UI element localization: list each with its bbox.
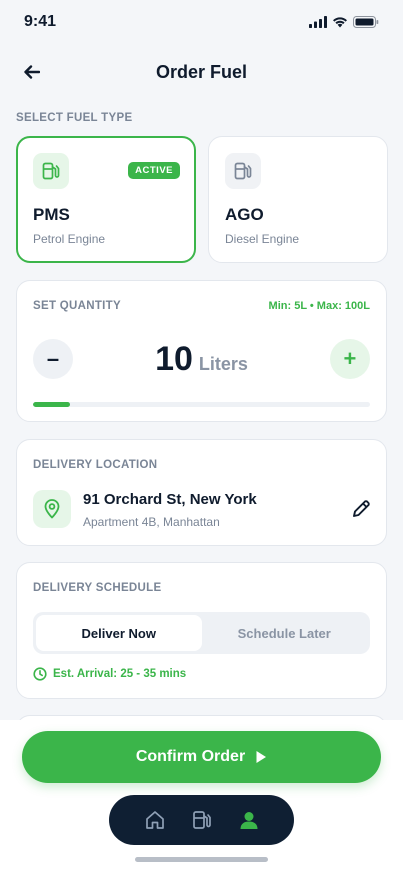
nav-profile[interactable] [236,807,262,833]
quantity-card: SET QUANTITY Min: 5L • Max: 100L – 10 Li… [16,280,387,422]
nav-home[interactable] [142,807,168,833]
active-badge: ACTIVE [128,162,180,179]
home-icon [145,811,164,829]
nav-fuel[interactable] [189,807,215,833]
bottom-nav [109,795,294,845]
fuel-pump-icon-box [225,153,261,189]
status-icons [309,16,379,28]
location-pin-icon [44,499,60,519]
edit-location-button[interactable] [350,498,372,520]
signal-icon [309,16,327,28]
quantity-progress-track [33,402,370,407]
page-title: Order Fuel [155,61,248,82]
quantity-number: 10 [155,339,193,378]
confirm-order-label: Confirm Order [135,748,246,765]
schedule-later-option[interactable]: Schedule Later [202,615,368,651]
fuel-option-ago[interactable]: AGO Diesel Engine [208,136,388,263]
eta-text: Est. Arrival: 25 - 35 mins [53,668,187,680]
header: Order Fuel [0,50,403,94]
back-button[interactable] [18,58,46,86]
quantity-progress-fill [33,402,71,407]
delivery-location-card: DELIVERY LOCATION 91 Orchard St, New Yor… [16,439,387,546]
pencil-icon [353,500,370,517]
delivery-address: 91 Orchard St, New York [83,491,257,508]
deliver-now-option[interactable]: Deliver Now [36,615,202,651]
delivery-schedule-label: DELIVERY SCHEDULE [33,582,162,594]
decrease-button[interactable]: – [33,339,73,379]
quantity-limits: Min: 5L • Max: 100L [268,300,370,312]
confirm-order-button[interactable]: Confirm Order [22,731,381,783]
wifi-icon [333,17,347,28]
delivery-location-label: DELIVERY LOCATION [33,459,158,471]
clock-icon [33,667,47,681]
increase-button[interactable]: + [329,339,370,379]
quantity-label: SET QUANTITY [33,300,121,312]
fuel-description: Diesel Engine [225,232,300,246]
quantity-stepper: – 10 Liters + [33,339,370,379]
battery-icon [353,16,379,28]
fuel-description: Petrol Engine [33,232,106,246]
delivery-schedule-card: DELIVERY SCHEDULE Deliver Now Schedule L… [16,562,387,699]
fuel-pump-icon-box [33,153,69,189]
fuel-option-pms[interactable]: ACTIVE PMS Petrol Engine [16,136,196,263]
fuel-type-label: SELECT FUEL TYPE [16,112,133,124]
fuel-pump-icon [42,162,60,180]
status-time: 9:41 [24,13,57,30]
delivery-address-detail: Apartment 4B, Manhattan [83,515,220,529]
profile-icon [240,812,257,829]
fuel-pump-icon [192,811,211,829]
arrow-left-icon [24,65,40,79]
fuel-pump-icon [234,162,252,180]
schedule-toggle: Deliver Now Schedule Later [33,612,370,654]
location-icon-box [33,490,71,528]
status-bar: 9:41 [0,0,403,44]
eta-row: Est. Arrival: 25 - 35 mins [33,667,186,681]
fuel-code: PMS [33,205,70,224]
quantity-unit: Liters [198,353,248,374]
home-indicator [135,857,268,862]
quantity-header: SET QUANTITY Min: 5L • Max: 100L [33,300,370,312]
fuel-code: AGO [225,205,264,224]
quantity-value: 10 Liters [155,340,248,379]
play-icon [256,751,267,763]
